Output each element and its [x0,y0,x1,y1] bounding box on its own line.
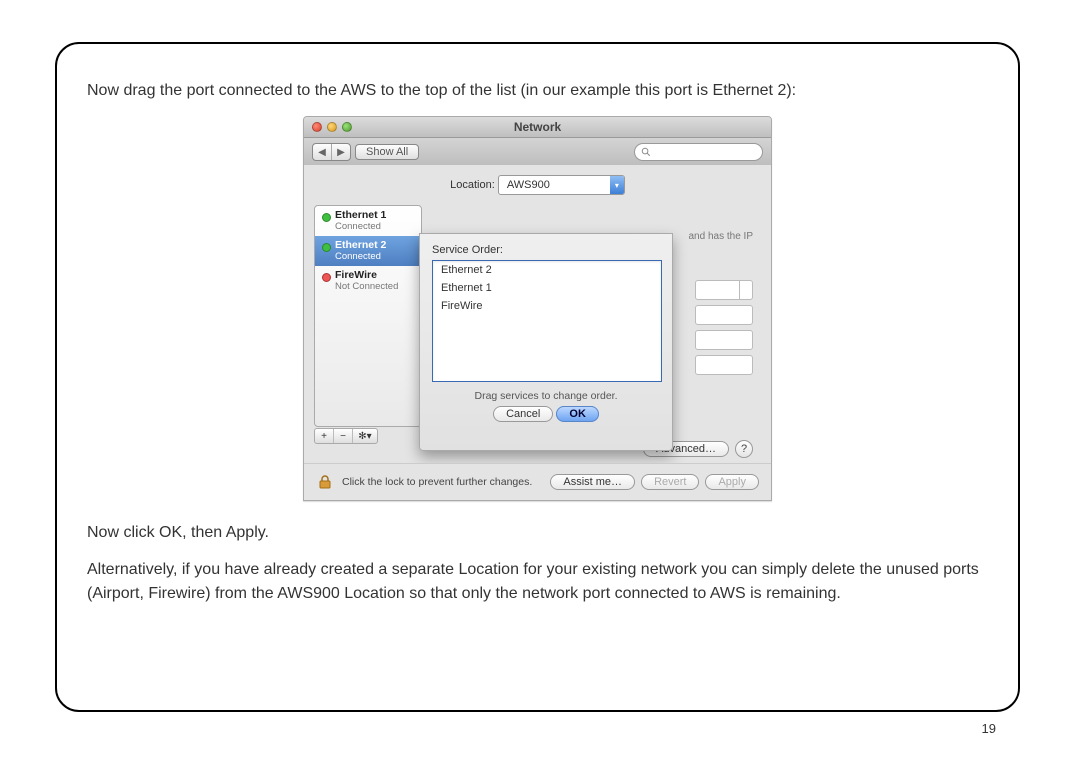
status-dot-icon [322,243,331,252]
document-page: Now drag the port connected to the AWS t… [55,42,1020,712]
sidebar-item-firewire[interactable]: FireWire Not Connected [315,266,421,296]
lock-icon[interactable] [316,473,334,491]
network-prefs-window: Network ◀ ▶ Show All Location: AWS900 ▾ [303,116,772,501]
right-field-2[interactable] [695,305,753,325]
revert-button[interactable]: Revert [641,474,699,490]
show-all-button[interactable]: Show All [355,144,419,160]
sidebar-item-name: Ethernet 1 [335,210,415,222]
service-order-list[interactable]: Ethernet 2 Ethernet 1 FireWire [432,260,662,382]
select-arrows-icon [739,281,752,299]
remove-service-button[interactable]: − [334,429,353,443]
lock-text: Click the lock to prevent further change… [342,476,532,488]
location-label: Location: [450,179,495,191]
search-icon [641,147,651,157]
after-text-1: Now click OK, then Apply. [87,521,988,544]
dialog-hint: Drag services to change order. [432,390,660,402]
help-button[interactable]: ? [735,440,753,458]
location-row: Location: AWS900 ▾ [304,175,771,195]
cancel-button[interactable]: Cancel [493,406,553,422]
sidebar-item-status: Not Connected [335,282,415,292]
window-titlebar: Network [304,117,771,138]
search-input[interactable] [634,143,763,161]
close-icon[interactable] [312,122,322,132]
bottom-buttons: Assist me… Revert Apply [550,474,759,490]
location-select[interactable]: AWS900 ▾ [498,175,625,195]
list-item[interactable]: Ethernet 2 [433,261,661,279]
intro-text: Now drag the port connected to the AWS t… [87,79,988,102]
status-dot-icon [322,273,331,282]
zoom-icon[interactable] [342,122,352,132]
sidebar-item-name: FireWire [335,270,415,282]
toolbar: ◀ ▶ Show All [304,138,771,167]
sidebar-item-status: Connected [335,252,415,262]
right-field-4[interactable] [695,355,753,375]
apply-button[interactable]: Apply [705,474,759,490]
nav-back-forward[interactable]: ◀ ▶ [312,143,351,161]
sidebar-controls: + − ✻▾ [314,428,378,444]
service-order-dialog: Service Order: Ethernet 2 Ethernet 1 Fir… [419,233,673,451]
location-value: AWS900 [507,179,550,191]
window-title: Network [514,120,561,134]
minimize-icon[interactable] [327,122,337,132]
sidebar-item-status: Connected [335,222,415,232]
gear-menu-button[interactable]: ✻▾ [353,429,377,443]
forward-icon[interactable]: ▶ [332,144,350,160]
assist-me-button[interactable]: Assist me… [550,474,635,490]
sidebar-item-name: Ethernet 2 [335,240,415,252]
right-field-3[interactable] [695,330,753,350]
after-text-2: Alternatively, if you have already creat… [87,558,988,604]
status-dot-icon [322,213,331,222]
back-icon[interactable]: ◀ [313,144,332,160]
window-body: Location: AWS900 ▾ Ethernet 1 Connected … [304,165,771,464]
dialog-label: Service Order: [432,244,660,256]
sidebar-item-ethernet1[interactable]: Ethernet 1 Connected [315,206,421,236]
right-field-1[interactable] [695,280,753,300]
traffic-lights [312,122,352,132]
dialog-buttons: Cancel OK [432,408,660,420]
list-item[interactable]: FireWire [433,297,661,315]
services-sidebar: Ethernet 1 Connected Ethernet 2 Connecte… [314,205,422,427]
list-item[interactable]: Ethernet 1 [433,279,661,297]
add-service-button[interactable]: + [315,429,334,443]
ok-button[interactable]: OK [556,406,599,422]
select-arrows-icon: ▾ [610,176,624,194]
page-number: 19 [982,721,996,736]
status-text: and has the IP [689,231,754,242]
sidebar-item-ethernet2[interactable]: Ethernet 2 Connected [315,236,421,266]
lock-strip: Click the lock to prevent further change… [304,463,771,500]
